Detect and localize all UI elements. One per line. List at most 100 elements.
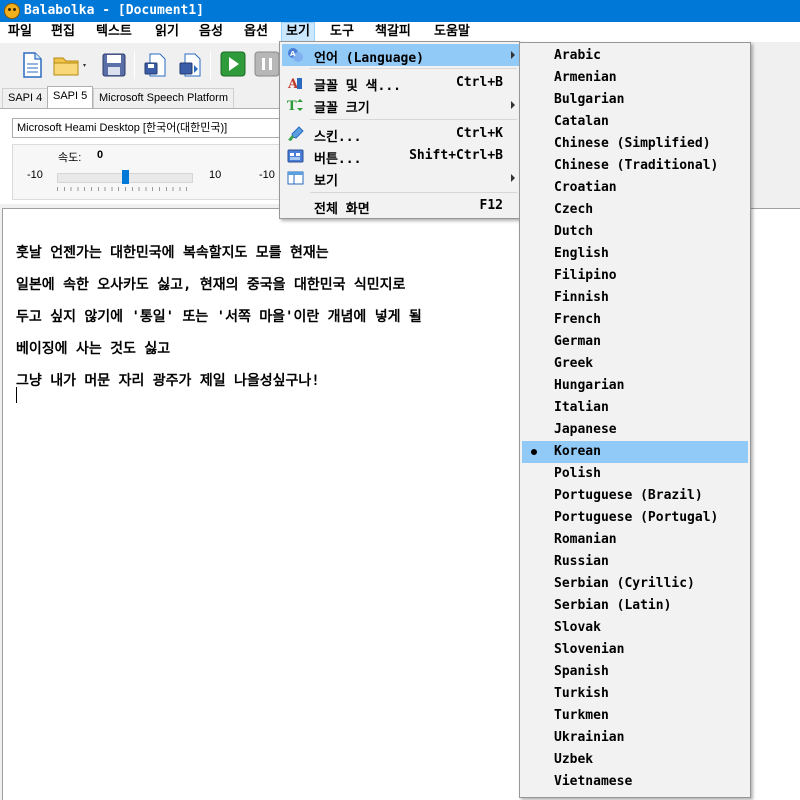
menu-text[interactable]: 텍스트 [92, 22, 136, 42]
menu-item-view[interactable]: 보기 [282, 167, 519, 189]
menu-bookmarks[interactable]: 책갈피 [371, 22, 415, 42]
language-item-german[interactable]: German [522, 331, 748, 353]
app-icon [4, 3, 20, 19]
tab-sapi4[interactable]: SAPI 4 [2, 88, 49, 108]
language-item-greek[interactable]: Greek [522, 353, 748, 375]
menu-item-buttons[interactable]: 버튼... Shift+Ctrl+B [282, 145, 519, 167]
language-item-vietnamese[interactable]: Vietnamese [522, 771, 748, 793]
save-icon[interactable] [100, 51, 128, 79]
language-item-spanish[interactable]: Spanish [522, 661, 748, 683]
menu-help[interactable]: 도움말 [430, 22, 474, 42]
menu-view[interactable]: 보기 [281, 22, 315, 42]
svg-text:T: T [287, 99, 297, 113]
language-item-slovak[interactable]: Slovak [522, 617, 748, 639]
text-caret [16, 387, 17, 403]
language-item-hungarian[interactable]: Hungarian [522, 375, 748, 397]
rate-group: 속도: 0 -10 10 -10 [12, 144, 280, 200]
tab-speech-platform[interactable]: Microsoft Speech Platform [93, 88, 234, 108]
rate-label: 속도: [58, 152, 82, 164]
svg-text:A: A [290, 50, 296, 58]
window-title: Balabolka - [Document1] [24, 3, 205, 18]
export-icon[interactable] [142, 51, 170, 79]
language-item-portuguese-brazil[interactable]: Portuguese (Brazil) [522, 485, 748, 507]
language-item-italian[interactable]: Italian [522, 397, 748, 419]
engine-tabs: SAPI 4 SAPI 5 Microsoft Speech Platform [0, 86, 280, 108]
menu-tools[interactable]: 도구 [326, 22, 358, 42]
rate-min: -10 [27, 169, 43, 181]
document-line: 두고 싶지 않기에 '통일' 또는 '서쪽 마을'이란 개념에 넣게 될 [16, 309, 422, 325]
language-item-polish[interactable]: Polish [522, 463, 748, 485]
menu-item-skin[interactable]: 스킨... Ctrl+K [282, 123, 519, 145]
language-icon: A [287, 47, 304, 63]
rate-slider-ticks [57, 187, 193, 191]
voice-panel: Microsoft Heami Desktop [한국어(대한민국)] 속도: … [0, 108, 280, 204]
document-line: 베이징에 사는 것도 싫고 [16, 341, 171, 357]
language-item-turkmen[interactable]: Turkmen [522, 705, 748, 727]
language-item-english[interactable]: English [522, 243, 748, 265]
language-item-uzbek[interactable]: Uzbek [522, 749, 748, 771]
language-item-slovenian[interactable]: Slovenian [522, 639, 748, 661]
menu-voice[interactable]: 음성 [195, 22, 227, 42]
title-bar: Balabolka - [Document1] [0, 0, 800, 22]
rate-max: 10 [209, 169, 222, 181]
menu-separator [310, 192, 517, 193]
language-item-french[interactable]: French [522, 309, 748, 331]
skin-brush-icon [287, 126, 304, 142]
menu-file[interactable]: 파일 [4, 22, 36, 42]
language-item-japanese[interactable]: Japanese [522, 419, 748, 441]
language-item-czech[interactable]: Czech [522, 199, 748, 221]
language-item-dutch[interactable]: Dutch [522, 221, 748, 243]
language-item-romanian[interactable]: Romanian [522, 529, 748, 551]
new-document-icon[interactable] [18, 51, 46, 79]
language-item-filipino[interactable]: Filipino [522, 265, 748, 287]
language-item-bulgarian[interactable]: Bulgarian [522, 89, 748, 111]
language-item-chinese-simplified[interactable]: Chinese (Simplified) [522, 133, 748, 155]
menu-item-font-color[interactable]: A 글꼴 및 색... Ctrl+B [282, 72, 519, 94]
language-item-turkish[interactable]: Turkish [522, 683, 748, 705]
open-folder-icon[interactable] [52, 51, 86, 79]
menu-item-language[interactable]: A 언어 (Language) [282, 44, 519, 66]
language-item-finnish[interactable]: Finnish [522, 287, 748, 309]
submenu-arrow-icon [511, 101, 515, 109]
language-item-chinese-traditional[interactable]: Chinese (Traditional) [522, 155, 748, 177]
font-color-icon: A [287, 75, 304, 92]
rate-value: 0 [97, 149, 104, 161]
toolbar-separator [134, 51, 135, 79]
menu-item-font-size[interactable]: T 글꼴 크기 [282, 94, 519, 116]
menu-edit[interactable]: 편집 [47, 22, 79, 42]
pause-icon[interactable] [254, 51, 282, 79]
pitch-min: -10 [259, 169, 275, 181]
language-item-croatian[interactable]: Croatian [522, 177, 748, 199]
toolbar-separator-2 [210, 51, 211, 79]
tab-sapi5[interactable]: SAPI 5 [47, 86, 94, 108]
language-item-russian[interactable]: Russian [522, 551, 748, 573]
toolbar [0, 42, 280, 86]
view-dropdown-menu: A 언어 (Language) A 글꼴 및 색... Ctrl+B T 글꼴 … [279, 41, 520, 219]
menu-options[interactable]: 옵션 [240, 22, 272, 42]
document-line: 그냥 내가 머문 자리 광주가 제일 나을성싶구나! [16, 373, 320, 389]
language-item-ukrainian[interactable]: Ukrainian [522, 727, 748, 749]
buttons-icon [287, 148, 304, 164]
language-item-armenian[interactable]: Armenian [522, 67, 748, 89]
language-item-portuguese-portugal[interactable]: Portuguese (Portugal) [522, 507, 748, 529]
submenu-arrow-icon [511, 51, 515, 59]
document-line: 훗날 언젠가는 대한민국에 복속할지도 모를 현재는 [16, 245, 329, 261]
menu-item-fullscreen[interactable]: 전체 화면 F12 [282, 195, 519, 217]
menu-separator [310, 68, 517, 69]
language-item-korean[interactable]: Korean [522, 441, 748, 463]
voice-select[interactable]: Microsoft Heami Desktop [한국어(대한민국)] [12, 118, 280, 138]
rate-slider-thumb[interactable] [122, 170, 129, 184]
selected-bullet-icon [531, 449, 537, 455]
font-size-icon: T [287, 97, 304, 114]
play-icon[interactable] [220, 51, 248, 79]
submenu-arrow-icon [511, 174, 515, 182]
language-item-arabic[interactable]: Arabic [522, 45, 748, 67]
language-item-catalan[interactable]: Catalan [522, 111, 748, 133]
view-layout-icon [287, 170, 304, 186]
document-line: 일본에 속한 오사카도 싫고, 현재의 중국을 대한민국 식민지로 [16, 277, 406, 293]
export-audio-icon[interactable] [176, 51, 204, 79]
menu-read[interactable]: 읽기 [151, 22, 183, 42]
language-item-serbian-cyrillic[interactable]: Serbian (Cyrillic) [522, 573, 748, 595]
menu-bar: 파일 편집 텍스트 읽기 음성 옵션 보기 도구 책갈피 도움말 [0, 22, 800, 42]
language-item-serbian-latin[interactable]: Serbian (Latin) [522, 595, 748, 617]
